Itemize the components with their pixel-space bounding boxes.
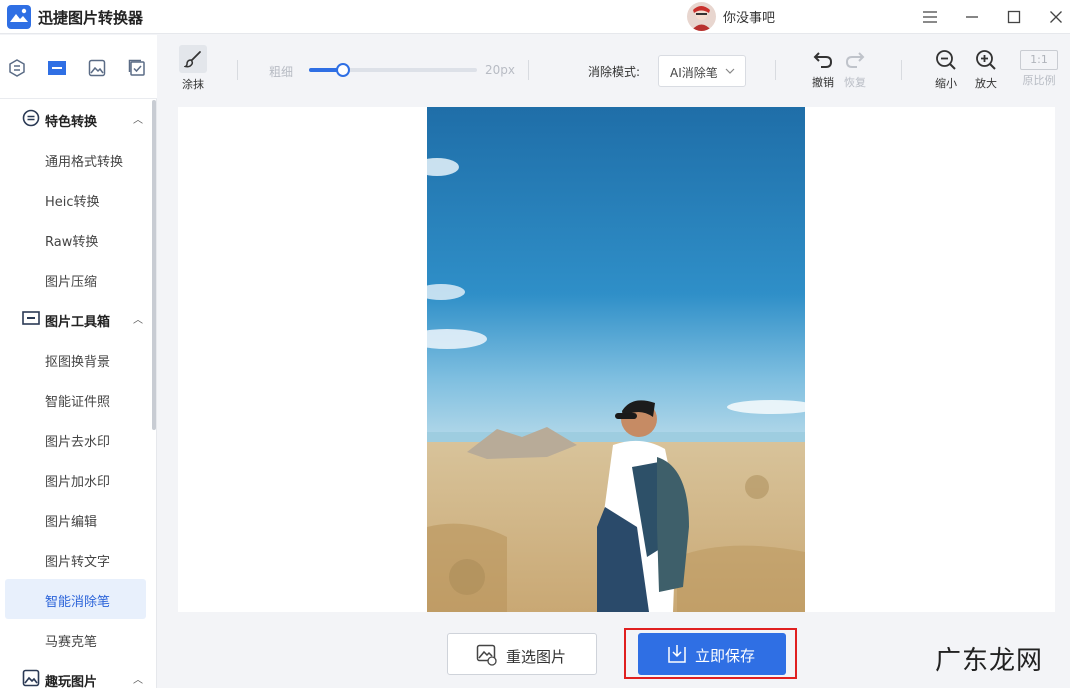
- sidebar-item-remove-watermark[interactable]: 图片去水印: [5, 419, 146, 459]
- sidebar-item-heic-convert[interactable]: Heic转换: [5, 179, 146, 219]
- maximize-icon[interactable]: [1002, 5, 1026, 29]
- ratio-badge: 1:1: [1020, 50, 1058, 70]
- sidebar-item-cutout[interactable]: 抠图换背景: [5, 339, 146, 379]
- sidebar: 特色转换 ︿ 通用格式转换 Heic转换 Raw转换 图片压缩 图片工具箱 ︿ …: [0, 99, 157, 688]
- sidebar-item-raw-convert[interactable]: Raw转换: [5, 219, 146, 259]
- sidebar-item-id-photo[interactable]: 智能证件照: [5, 379, 146, 419]
- zoom-in-label: 放大: [975, 77, 997, 90]
- smear-label: 涂抹: [182, 78, 204, 91]
- redo-button[interactable]: 恢复: [840, 50, 870, 90]
- zoom-out-icon: [936, 50, 956, 70]
- zoom-out-label: 缩小: [935, 77, 957, 90]
- image-refresh-icon: [476, 644, 497, 666]
- section-label: 图片工具箱: [45, 315, 111, 330]
- app-title: 迅捷图片转换器: [38, 9, 144, 27]
- thickness-value: 20px: [485, 63, 515, 77]
- title-bar: 迅捷图片转换器 你没事吧: [0, 0, 1070, 34]
- undo-button[interactable]: 撤销: [808, 50, 838, 90]
- divider: [901, 60, 902, 80]
- thickness-slider[interactable]: [309, 63, 477, 77]
- site-watermark: 广东龙网: [935, 646, 1044, 676]
- divider: [237, 60, 238, 80]
- sidebar-item-edit[interactable]: 图片编辑: [5, 499, 146, 539]
- erase-mode-value: AI消除笔: [670, 66, 718, 80]
- toolbox-icon: [22, 311, 40, 325]
- chevron-up-icon[interactable]: ︿: [133, 671, 143, 686]
- sidebar-item-compress[interactable]: 图片压缩: [5, 259, 146, 299]
- reselect-image-button[interactable]: 重选图片: [447, 633, 597, 675]
- zoom-in-button[interactable]: 放大: [971, 49, 1001, 91]
- undo-label: 撤销: [812, 76, 834, 89]
- thickness-label: 粗细: [269, 65, 294, 79]
- image-icon: [22, 669, 40, 687]
- save-now-button[interactable]: 立即保存: [638, 633, 786, 675]
- save-label: 立即保存: [695, 647, 756, 665]
- chevron-up-icon[interactable]: ︿: [133, 111, 143, 126]
- divider: [775, 60, 776, 80]
- section-label: 趣玩图片: [45, 675, 98, 688]
- section-label: 特色转换: [45, 115, 98, 130]
- undo-icon: [813, 52, 833, 68]
- reselect-label: 重选图片: [506, 648, 567, 666]
- chevron-down-icon: [725, 68, 735, 74]
- sidebar-item-add-watermark[interactable]: 图片加水印: [5, 459, 146, 499]
- section-toolbox[interactable]: 图片工具箱 ︿: [0, 299, 150, 339]
- category-icon-strip: [0, 35, 157, 99]
- avatar[interactable]: [687, 2, 716, 31]
- redo-icon: [845, 52, 865, 68]
- menu-icon[interactable]: [918, 5, 942, 29]
- editor-toolbar: 涂抹 粗细 20px 消除模式: AI消除笔 撤销 恢复 缩小 放大 1:1 原…: [157, 35, 1070, 107]
- redo-label: 恢复: [844, 76, 866, 89]
- image-canvas[interactable]: [178, 107, 1055, 612]
- username[interactable]: 你没事吧: [723, 7, 775, 26]
- zoom-out-button[interactable]: 缩小: [931, 49, 961, 91]
- smear-tool-button[interactable]: 涂抹: [177, 45, 209, 92]
- divider: [528, 60, 529, 80]
- zoom-in-icon: [976, 50, 996, 70]
- convert-icon[interactable]: [6, 57, 28, 79]
- app-logo: [7, 5, 31, 29]
- photo-preview[interactable]: [427, 107, 805, 612]
- slider-thumb[interactable]: [335, 63, 350, 77]
- erase-mode-label: 消除模式:: [588, 65, 641, 79]
- sidebar-scrollbar[interactable]: [152, 100, 156, 430]
- brush-icon: [179, 45, 207, 73]
- image-icon[interactable]: [86, 57, 108, 79]
- section-fun-images[interactable]: 趣玩图片 ︿: [0, 659, 150, 688]
- close-icon[interactable]: [1044, 5, 1068, 29]
- sidebar-item-mosaic[interactable]: 马赛克笔: [5, 619, 146, 659]
- sidebar-item-format-convert[interactable]: 通用格式转换: [5, 139, 146, 179]
- chevron-up-icon[interactable]: ︿: [133, 311, 143, 326]
- convert-icon: [22, 109, 40, 127]
- erase-mode-select[interactable]: AI消除笔: [658, 55, 746, 87]
- original-ratio-button[interactable]: 1:1 原比例: [1016, 50, 1062, 88]
- sidebar-item-ocr[interactable]: 图片转文字: [5, 539, 146, 579]
- download-icon: [668, 645, 686, 663]
- section-special-convert[interactable]: 特色转换 ︿: [0, 99, 150, 139]
- original-ratio-label: 原比例: [1022, 74, 1056, 87]
- toolbox-icon[interactable]: [46, 57, 68, 79]
- sidebar-item-smart-eraser[interactable]: 智能消除笔: [5, 579, 146, 619]
- minimize-icon[interactable]: [960, 5, 984, 29]
- check-icon[interactable]: [126, 57, 148, 79]
